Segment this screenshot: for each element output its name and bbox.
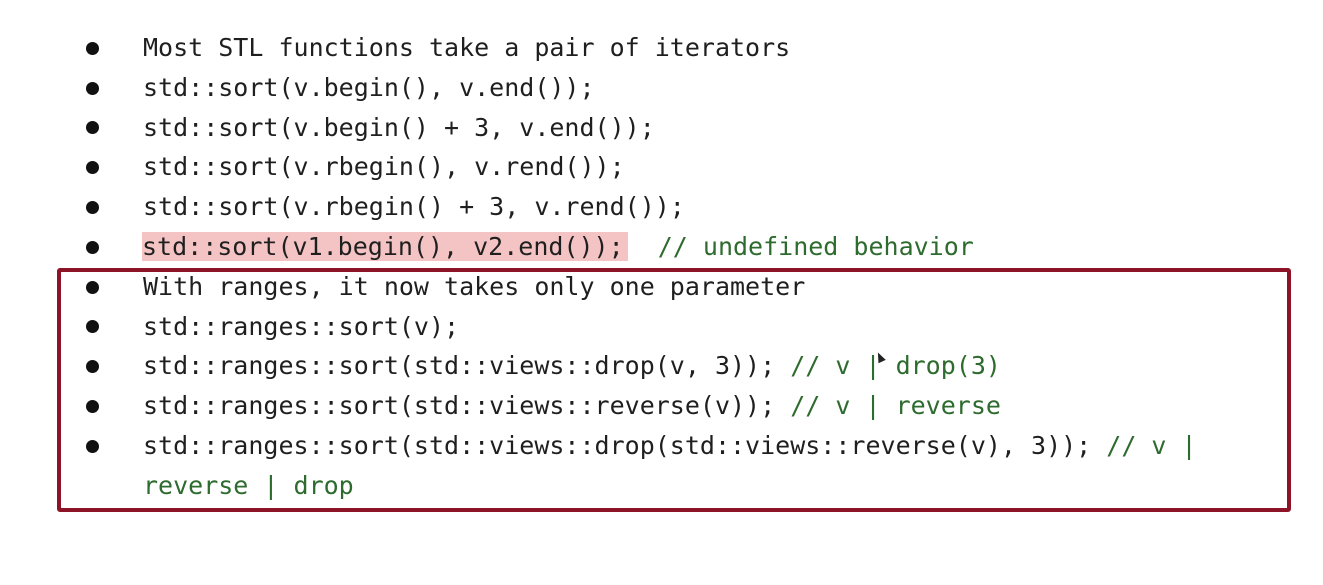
bullet-icon <box>86 161 99 175</box>
slide: Most STL functions take a pair of iterat… <box>0 0 1323 533</box>
highlighted-code: std::sort(v1.begin(), v2.end()); <box>142 231 628 261</box>
ranges-highlight-frame <box>57 268 1291 512</box>
list-item: std::sort(v.rbegin(), v.rend()); <box>0 147 625 187</box>
bullet-icon <box>86 240 99 254</box>
line-text: std::sort(v.begin(), v.end()); <box>143 72 595 102</box>
list-item: std::sort(v.rbegin() + 3, v.rend()); <box>0 187 685 227</box>
list-item: std::sort(v.begin() + 3, v.end()); <box>0 108 655 148</box>
list-item-highlighted: std::sort(v1.begin(), v2.end()); // unde… <box>0 227 974 267</box>
line-text: std::sort(v.rbegin(), v.rend()); <box>143 152 625 182</box>
list-item: std::sort(v.begin(), v.end()); <box>0 68 595 108</box>
bullet-icon <box>86 41 99 55</box>
list-item: Most STL functions take a pair of iterat… <box>0 28 790 68</box>
line-text: std::sort(v.rbegin() + 3, v.rend()); <box>143 192 685 222</box>
bullet-icon <box>86 121 99 135</box>
line-text: Most STL functions take a pair of iterat… <box>143 33 791 62</box>
bullet-icon <box>86 81 99 95</box>
line-text: std::sort(v.begin() + 3, v.end()); <box>143 112 655 142</box>
code-comment: // undefined behavior <box>627 231 974 261</box>
line-text: std::sort(v1.begin(), v2.end()); // unde… <box>142 227 974 267</box>
bullet-icon <box>86 201 99 215</box>
